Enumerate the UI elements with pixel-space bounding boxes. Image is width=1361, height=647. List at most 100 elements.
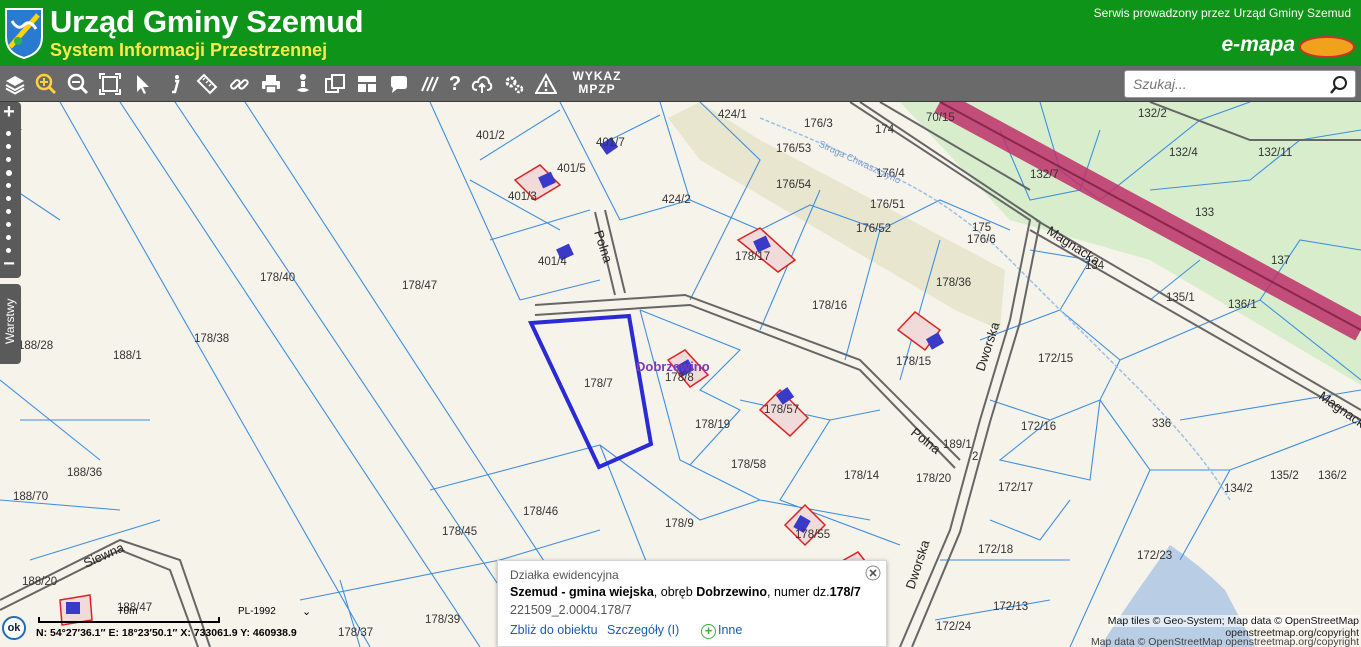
settings-icon[interactable]	[501, 71, 527, 97]
parcel-label: 176/3	[804, 118, 833, 130]
zoom-level-dot[interactable]	[6, 131, 11, 136]
zoom-level-dot[interactable]	[6, 183, 11, 188]
warning-icon[interactable]	[533, 71, 559, 97]
header: Urząd Gminy Szemud System Informacji Prz…	[0, 0, 1361, 66]
measure-ruler-icon[interactable]	[194, 71, 220, 97]
cloud-upload-icon[interactable]	[469, 71, 495, 97]
parcel-label: 172/23	[1137, 550, 1172, 562]
parcel-label: 175	[972, 222, 991, 234]
select-arrow-icon[interactable]	[130, 71, 156, 97]
add-icon[interactable]: +	[701, 624, 716, 639]
full-extent-icon[interactable]	[97, 71, 123, 97]
parcel-label: 132/4	[1169, 147, 1198, 159]
parcel-label: 178/20	[916, 473, 951, 485]
parcel-label: 172/13	[993, 601, 1028, 613]
parcel-label: 134/2	[1224, 483, 1253, 495]
zoom-in-icon[interactable]	[33, 71, 59, 97]
parcel-label: 178/16	[812, 300, 847, 312]
app-root: Urząd Gminy Szemud System Informacji Prz…	[0, 0, 1361, 647]
layers-tab-label: Warstwy	[3, 298, 17, 344]
popup-description: Szemud - gmina wiejska, obręb Dobrzewino…	[510, 585, 861, 599]
ok-button[interactable]: ok	[2, 616, 26, 640]
parcel-label: 135/2	[1270, 470, 1299, 482]
zoom-control: + −	[0, 102, 21, 278]
zoom-level-dot[interactable]	[6, 196, 11, 201]
zoom-level-dot-active[interactable]	[6, 170, 12, 176]
parcel-label: 176/6	[967, 234, 996, 246]
parcel-label: 178/9	[665, 518, 694, 530]
close-icon[interactable]	[865, 565, 881, 581]
operator-text: Serwis prowadzony przez Urząd Gminy Szem…	[1093, 6, 1351, 20]
app-title: Urząd Gminy Szemud	[50, 4, 364, 39]
parcel-label: 401/7	[596, 137, 625, 149]
parcel-label: 136/1	[1228, 299, 1257, 311]
parcel-label: 132/2	[1138, 108, 1167, 120]
parcel-label: 178/39	[425, 614, 460, 626]
parcel-label: 188/36	[67, 467, 102, 479]
town-label: Dobrzewino	[636, 359, 710, 374]
parcel-label: 178/36	[936, 277, 971, 289]
print-icon[interactable]	[258, 71, 284, 97]
parcel-label: 189/1	[943, 439, 972, 451]
copy-icon[interactable]	[322, 71, 348, 97]
parcel-label: 178/40	[260, 272, 295, 284]
parcel-label: 135/1	[1166, 292, 1195, 304]
parcel-label: 401/3	[508, 191, 537, 203]
parcel-label: 336	[1152, 418, 1171, 430]
popup-caption: Działka ewidencyjna	[510, 568, 619, 582]
parcel-label: 178/57	[764, 404, 799, 416]
hatch-icon[interactable]	[418, 71, 444, 97]
layers-icon[interactable]	[2, 71, 28, 97]
parcel-label: 132/7	[1030, 169, 1059, 181]
parcel-label: 172/18	[978, 544, 1013, 556]
zoom-to-object-link[interactable]: Zbliż do obiektu	[510, 623, 598, 637]
more-link[interactable]: Inne	[718, 623, 742, 637]
speech-bubble-icon[interactable]	[386, 71, 412, 97]
zoom-plus-button[interactable]: +	[0, 102, 18, 122]
popup-numer: 178/7	[829, 585, 861, 599]
parcel-label: 172/24	[936, 621, 972, 633]
parcel-label: 172/15	[1038, 353, 1073, 365]
app-subtitle: System Informacji Przestrzennej	[50, 40, 328, 60]
parcel-label: 401/2	[476, 130, 505, 142]
parcel-label: 178/37	[338, 627, 373, 639]
popup-numer-text: , numer dz.	[767, 585, 830, 599]
popup-parcel-id: 221509_2.0004.178/7	[510, 603, 632, 617]
projection-dropdown-icon[interactable]: ⌄	[302, 605, 311, 618]
parcel-label: 424/1	[718, 109, 747, 121]
projection-label: PL-1992	[238, 606, 276, 617]
search-input[interactable]	[1133, 74, 1323, 94]
parcel-label: 401/5	[557, 163, 586, 175]
parcel-label: 178/55	[795, 529, 830, 541]
layout-icon[interactable]	[354, 71, 380, 97]
popup-obreb: Dobrzewino	[696, 585, 768, 599]
link-icon[interactable]	[226, 71, 252, 97]
parcel-label: 2	[972, 451, 978, 463]
details-link[interactable]: Szczegóły (I)	[607, 623, 679, 637]
parcel-label: 178/7	[584, 378, 613, 390]
attribution-line1: Map tiles © Geo-System; Map data © OpenS…	[1107, 615, 1359, 627]
parcel-label: 172/17	[998, 482, 1033, 494]
emapa-brand: e-mapa	[1221, 33, 1295, 56]
parcel-label: 70/15	[926, 112, 955, 124]
zoom-minus-button[interactable]: −	[0, 254, 18, 274]
zoom-level-dot[interactable]	[6, 222, 11, 227]
scale-bar: 70m PL-1992 ⌄ N: 54°27′36.1″ E: 18°23′50…	[30, 603, 320, 645]
search-icon[interactable]	[1329, 75, 1349, 95]
help-icon[interactable]: ?	[442, 71, 468, 97]
info-icon[interactable]	[162, 71, 188, 97]
zoom-level-dot[interactable]	[6, 144, 11, 149]
zoom-level-dot[interactable]	[6, 157, 11, 162]
layers-tab[interactable]: Warstwy	[0, 284, 21, 364]
pan-person-icon[interactable]	[290, 71, 316, 97]
popup-obreb-text: , obręb	[653, 585, 697, 599]
parcel-label: 424/2	[662, 194, 691, 206]
zoom-level-dot[interactable]	[6, 209, 11, 214]
coordinates-readout: N: 54°27′36.1″ E: 18°23′50.1″ X: 733061.…	[36, 627, 297, 639]
zoom-out-icon[interactable]	[65, 71, 91, 97]
zoom-level-dot[interactable]	[6, 235, 11, 240]
parcel-label: 178/17	[735, 251, 770, 263]
parcel-label: 176/51	[870, 199, 905, 211]
parcel-label: 401/4	[538, 256, 567, 268]
wykaz-mpzp-button[interactable]: WYKAZ MPZP	[568, 70, 626, 98]
